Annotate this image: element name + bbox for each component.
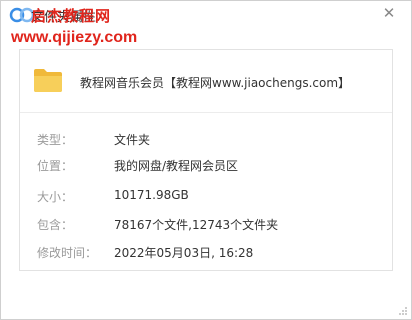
properties-dialog: 文件夹属性 ✕ 启杰教程网 www.qijiezy.com 教程网音乐会员【教程…: [0, 0, 412, 320]
property-row-location: 位置： 我的网盘/教程网会员区: [20, 157, 392, 177]
property-value: 78167个文件,12743个文件夹: [114, 218, 279, 232]
property-value: 2022年05月03日, 16:28: [114, 246, 254, 260]
property-row-size: 大小： 10171.98GB: [20, 188, 392, 208]
watermark-title: 启杰教程网: [31, 7, 112, 25]
close-icon: ✕: [382, 4, 396, 22]
property-row-type: 类型： 文件夹: [20, 131, 392, 151]
property-label: 类型：: [37, 133, 74, 147]
property-label: 位置：: [37, 159, 74, 173]
item-name: 教程网音乐会员【教程网www.jiaochengs.com】: [80, 76, 351, 90]
property-value: 我的网盘/教程网会员区: [114, 159, 239, 173]
resize-grip-icon[interactable]: [398, 306, 408, 316]
folder-icon: [34, 69, 62, 92]
item-header: 教程网音乐会员【教程网www.jiaochengs.com】: [20, 50, 392, 113]
close-button[interactable]: ✕: [379, 3, 399, 23]
property-row-modified: 修改时间： 2022年05月03日, 16:28: [20, 244, 392, 264]
property-value: 10171.98GB: [114, 188, 189, 202]
property-value: 文件夹: [114, 133, 151, 147]
property-label: 大小：: [37, 190, 74, 204]
property-label: 修改时间：: [37, 246, 98, 260]
properties-panel: 教程网音乐会员【教程网www.jiaochengs.com】 类型： 文件夹 位…: [19, 49, 393, 271]
watermark-url: www.qijiezy.com: [11, 29, 138, 46]
property-row-contains: 包含： 78167个文件,12743个文件夹: [20, 216, 392, 236]
property-label: 包含：: [37, 218, 74, 232]
